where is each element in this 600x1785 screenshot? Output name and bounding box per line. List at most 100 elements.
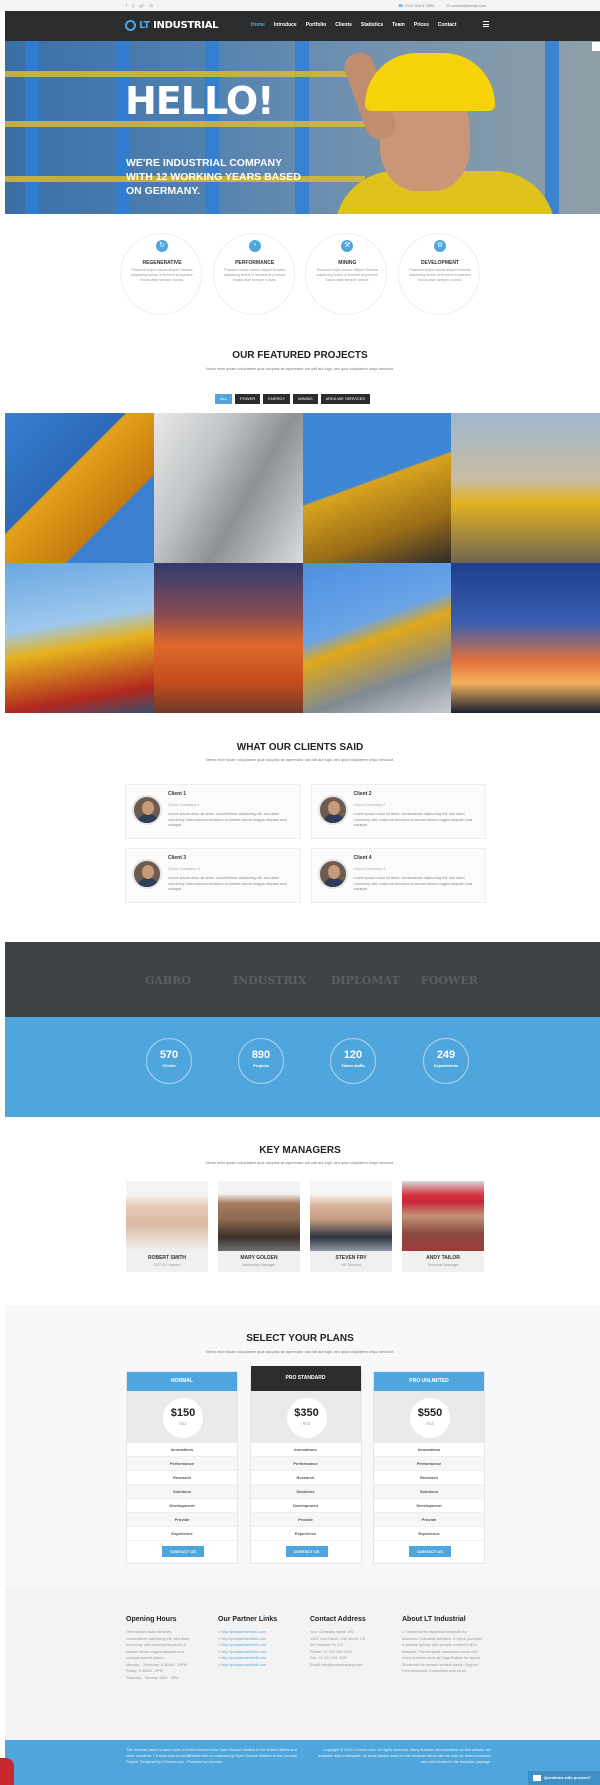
manager-card[interactable]: MARY GOLDEN Marketing Manager [218, 1181, 300, 1272]
manager-card[interactable]: ANDY TAILOR Technical Manager [402, 1181, 484, 1272]
project-tile[interactable] [302, 563, 452, 713]
filter-all[interactable]: ALL [215, 394, 233, 404]
manager-name: STEVEN FRY [335, 1255, 367, 1261]
project-tile[interactable] [153, 413, 303, 563]
plan-feature: Innovations [374, 1443, 484, 1457]
clients-subtitle: Nemo enim ipsam voluptatem quia voluptas… [205, 758, 395, 762]
project-tile[interactable] [451, 413, 600, 563]
menu-item-team[interactable]: Team [392, 22, 405, 28]
manager-photo [402, 1181, 484, 1251]
feature-text: Praesent turpis mauris aliquet Gravida a… [316, 268, 379, 282]
linkedin-icon[interactable]: in [150, 3, 154, 8]
gauge-icon: ◔ [248, 240, 261, 252]
footer-about-text: LT Industrial is responsive template for… [402, 1630, 482, 1673]
filter-mining[interactable]: MINING [293, 394, 318, 404]
footer-opening-hours: Opening Hours Orem ipsum dolor sit amet,… [126, 1616, 206, 1681]
client-quote: Lorem ipsum dolor sit amet, consectetuer… [168, 876, 287, 891]
stat-value: 890 [251, 1049, 271, 1061]
plans-title: SELECT YOUR PLANS [246, 1333, 354, 1344]
plan-pro-standard: PRO STANDARD $350 /m2 Innovations Perfor… [249, 1366, 362, 1564]
stat-value: 249 [436, 1049, 456, 1061]
logo-text: LT INDUSTRIAL [139, 20, 219, 31]
plan-feature: Provide [127, 1513, 237, 1527]
corner-badge[interactable] [0, 1758, 14, 1785]
settings-gear-icon[interactable] [592, 42, 600, 51]
stat-clients: 570 Clients [146, 1038, 192, 1084]
menu-item-home[interactable]: Home [251, 22, 265, 28]
plan-feature: Research [127, 1471, 237, 1485]
plan-feature: Solutions [250, 1485, 361, 1499]
plan-features: Innovations Performance Research Solutio… [374, 1443, 484, 1541]
partner-logo[interactable]: GABRO [145, 974, 191, 987]
plan-normal: NORMAL $150 /m2 Innovations Performance … [126, 1371, 238, 1564]
feature-title: REGENERATIVE [142, 260, 182, 266]
contact-us-button[interactable]: CONTACT US [409, 1546, 451, 1557]
menu-item-clients[interactable]: Clients [335, 22, 352, 28]
plan-price-circle: $150 /m2 [163, 1398, 203, 1438]
menu-item-prices[interactable]: Prices [414, 22, 429, 28]
footer-link[interactable]: > http://yourpartnerlink6.com [218, 1662, 298, 1669]
stat-departments: 249 Departments [423, 1038, 469, 1084]
menu-item-statistics[interactable]: Statistics [361, 22, 383, 28]
social-links: f y g+ in [126, 3, 153, 8]
top-phone: ☎ +012 345 6 7890 [398, 3, 434, 8]
manager-card[interactable]: ROBERT SMITH CEO & Founder [126, 1181, 208, 1272]
contact-us-button[interactable]: CONTACT US [162, 1546, 204, 1557]
project-tile[interactable] [5, 563, 154, 713]
filter-power[interactable]: POWER [235, 394, 261, 404]
project-tile[interactable] [302, 413, 452, 563]
main-menu: Home Introduce Portfolio Clients Statist… [251, 22, 457, 28]
youtube-icon[interactable]: y [132, 3, 134, 8]
footer-email[interactable]: Email: info@yourcompany.com [310, 1662, 390, 1669]
manager-photo [218, 1181, 300, 1251]
hero-title: HELLO! [125, 79, 274, 123]
google-plus-icon[interactable]: g+ [140, 3, 145, 8]
manager-name: MARY GOLDEN [240, 1255, 278, 1261]
projects-title: OUR FEATURED PROJECTS [232, 350, 368, 361]
manager-role: Technical Manager [427, 1263, 459, 1267]
plan-price-circle: $350 /m2 [286, 1398, 327, 1438]
clients-title: WHAT OUR CLIENTS SAID [236, 742, 364, 753]
client-avatar [132, 795, 162, 825]
feature-development: ⚙ DEVELOPMENT Praesent turpis mauris ali… [397, 233, 480, 315]
plan-price: $150 [170, 1407, 196, 1419]
manager-card[interactable]: STEVEN FRY HR Director [310, 1181, 392, 1272]
hamburger-menu-icon[interactable] [483, 21, 489, 29]
plan-feature: Experience [250, 1527, 361, 1541]
plan-feature: Performance [374, 1457, 484, 1471]
gear-icon: ⚙ [433, 240, 446, 252]
menu-item-introduce[interactable]: Introduce [274, 22, 297, 28]
feature-text: Praesent turpis mauris aliquet Gravida a… [409, 268, 471, 282]
partner-logo[interactable]: DIPLOMAT [331, 974, 400, 987]
plan-price-box: $150 /m2 [127, 1391, 237, 1443]
filter-energy[interactable]: ENERGY [263, 394, 291, 404]
testimonial-card: Client 1 Client Company 1 Lorem ipsum do… [125, 784, 301, 839]
site-logo[interactable]: LT INDUSTRIAL [125, 20, 219, 31]
plan-name: NORMAL [127, 1372, 237, 1391]
feature-text: Praesent turpis mauris aliquet Gravida a… [131, 268, 193, 282]
plan-unit: /m2 [426, 1421, 434, 1426]
project-tile[interactable] [451, 563, 600, 713]
contact-us-button[interactable]: CONTACT US [285, 1546, 328, 1557]
plan-feature: Innovations [250, 1443, 361, 1457]
feature-regenerative: ↻ REGENERATIVE Praesent turpis mauris al… [120, 233, 202, 315]
top-phone-text: +012 345 6 7890 [404, 3, 435, 8]
plan-price-circle: $550 /m2 [410, 1398, 450, 1438]
plan-feature: Development [374, 1499, 484, 1513]
feedback-button[interactable]: Questions with product? [528, 1771, 600, 1785]
menu-item-portfolio[interactable]: Portfolio [306, 22, 327, 28]
refresh-icon: ↻ [156, 240, 168, 252]
plan-feature: Research [374, 1471, 484, 1485]
menu-item-contact[interactable]: Contact [438, 22, 457, 28]
top-email[interactable]: ✉ contact@email.com [446, 3, 486, 8]
project-tile[interactable] [153, 563, 303, 713]
project-tile[interactable] [5, 413, 154, 563]
partner-logo[interactable]: INDUSTRIX [233, 974, 306, 987]
filter-area-we-services[interactable]: AREA WE SERVICES [320, 394, 371, 404]
facebook-icon[interactable]: f [126, 3, 127, 8]
feature-performance: ◔ PERFORMANCE Praesent turpis mauris ali… [212, 233, 295, 315]
plan-feature: Research [250, 1471, 361, 1485]
partner-logo[interactable]: FOOWER [421, 974, 478, 987]
hero-bg-shelf [5, 71, 365, 77]
stat-value: 570 [159, 1049, 179, 1061]
